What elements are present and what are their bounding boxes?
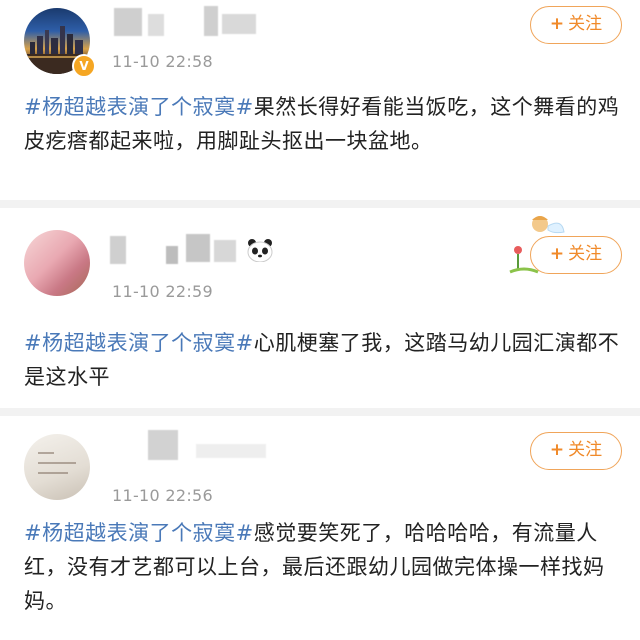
comment-feed: V 11-10 22:58 + 关注 #杨超越表演了个寂寞#果然长得好看能当饭吃，… <box>0 0 640 640</box>
username-redacted <box>214 240 236 262</box>
avatar[interactable] <box>24 230 90 296</box>
verified-badge-icon: V <box>72 54 96 78</box>
username-redacted <box>148 14 164 36</box>
username-redacted <box>186 234 210 262</box>
username-redacted <box>196 444 266 458</box>
follow-label: 关注 <box>568 14 603 34</box>
follow-button[interactable]: + 关注 <box>530 6 622 44</box>
follow-button[interactable]: + 关注 <box>530 432 622 470</box>
username-redacted <box>148 430 178 460</box>
plus-icon: + <box>549 440 565 460</box>
comment-text: #杨超越表演了个寂寞#心肌梗塞了我，这踏马幼儿园汇演都不是这水平 <box>24 326 624 394</box>
username-redacted <box>114 8 142 36</box>
hashtag-link[interactable]: #杨超越表演了个寂寞# <box>24 521 254 545</box>
comment-item: 11-10 22:56 + 关注 #杨超越表演了个寂寞#感觉要笑死了，哈哈哈哈，有… <box>0 416 640 640</box>
username-redacted <box>166 246 178 264</box>
username-redacted <box>110 236 126 264</box>
username-redacted <box>204 6 218 36</box>
paper-line <box>38 472 68 474</box>
divider <box>0 408 640 416</box>
plus-icon: + <box>549 244 565 264</box>
panda-icon <box>247 239 273 262</box>
hashtag-link[interactable]: #杨超越表演了个寂寞# <box>24 331 254 355</box>
comment-item: V 11-10 22:58 + 关注 #杨超越表演了个寂寞#果然长得好看能当饭吃，… <box>0 0 640 200</box>
timestamp: 11-10 22:56 <box>112 486 213 505</box>
follow-button[interactable]: + 关注 <box>530 236 622 274</box>
timestamp: 11-10 22:59 <box>112 282 213 301</box>
hashtag-link[interactable]: #杨超越表演了个寂寞# <box>24 95 254 119</box>
plus-icon: + <box>549 14 565 34</box>
divider <box>0 200 640 208</box>
follow-label: 关注 <box>568 244 603 264</box>
comment-text: #杨超越表演了个寂寞#果然长得好看能当饭吃，这个舞看的鸡皮疙瘩都起来啦，用脚趾头… <box>24 90 624 158</box>
paper-line <box>38 452 54 454</box>
follow-label: 关注 <box>568 440 603 460</box>
comment-text: #杨超越表演了个寂寞#感觉要笑死了，哈哈哈哈，有流量人红，没有才艺都可以上台，最… <box>24 516 624 618</box>
avatar[interactable] <box>24 434 90 500</box>
timestamp: 11-10 22:58 <box>112 52 213 71</box>
username-redacted <box>222 14 256 34</box>
comment-item: 11-10 22:59 + 关注 #杨超越表演了个寂寞#心肌梗塞了我，这踏马幼儿园… <box>0 208 640 408</box>
paper-line <box>38 462 76 464</box>
